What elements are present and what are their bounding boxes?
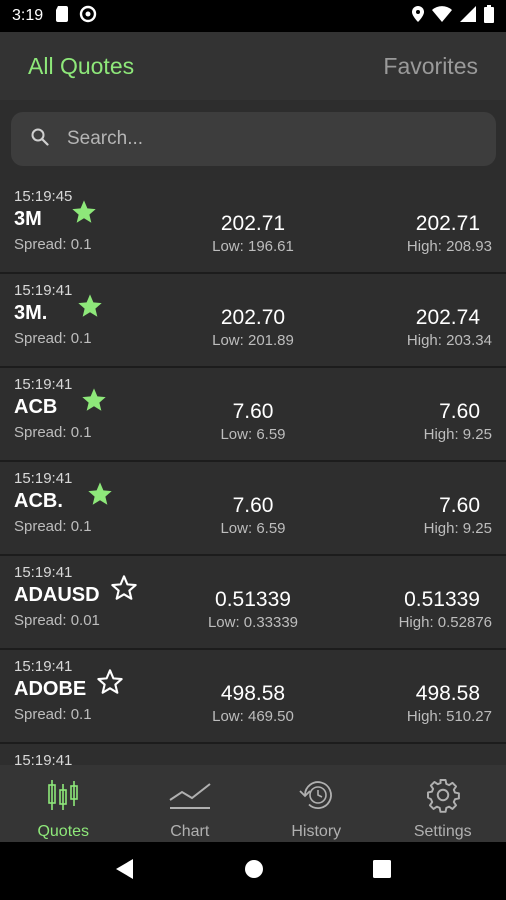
wifi-icon xyxy=(432,5,452,27)
nav-quotes[interactable]: Quotes xyxy=(0,765,127,842)
high-price: High: 510.27 xyxy=(406,708,492,725)
battery-icon xyxy=(484,4,494,28)
nav-history[interactable]: History xyxy=(253,765,380,842)
quote-time: 15:19:41 xyxy=(14,658,73,675)
system-nav-bar xyxy=(0,842,506,900)
quote-spread: Spread: 0.1 xyxy=(14,518,92,535)
quote-row[interactable]: 15:19:41 ACB Spread: 0.1 7.60 Low: 6.59 … xyxy=(0,368,506,462)
bid-price: 0.51339 xyxy=(215,588,291,611)
quote-row[interactable]: 15:19:41 ACB. Spread: 0.1 7.60 Low: 6.59… xyxy=(0,462,506,556)
sd-card-icon xyxy=(55,5,69,27)
nav-chart-label: Chart xyxy=(170,823,210,840)
back-icon[interactable] xyxy=(115,858,135,885)
bid-price: 498.58 xyxy=(220,682,286,705)
line-chart-icon xyxy=(167,775,213,815)
quote-symbol: 3M. xyxy=(14,302,48,324)
quote-spread: Spread: 0.1 xyxy=(14,706,92,723)
quote-symbol: 3M xyxy=(14,208,42,230)
home-icon[interactable] xyxy=(244,859,264,884)
bid-price: 7.60 xyxy=(232,494,274,517)
quote-tabs: All Quotes Favorites xyxy=(0,32,506,100)
high-price: High: 9.25 xyxy=(423,520,492,537)
status-bar: 3:19 xyxy=(0,0,506,32)
low-price: Low: 6.59 xyxy=(220,426,286,443)
bid-price: 202.70 xyxy=(220,306,286,329)
quote-symbol: ADAUSD xyxy=(14,584,100,606)
search-icon xyxy=(31,128,49,151)
ask-price: 498.58 xyxy=(415,682,480,705)
quote-time: 15:19:41 xyxy=(14,282,73,299)
ask-price: 7.60 xyxy=(439,494,480,517)
tab-favorites[interactable]: Favorites xyxy=(383,53,478,80)
favorite-star-icon[interactable] xyxy=(80,386,108,414)
quote-time: 15:19:41 xyxy=(14,470,73,487)
favorite-star-outline-icon[interactable] xyxy=(110,574,138,602)
quotes-list: 15:19:45 3M Spread: 0.1 202.71 Low: 196.… xyxy=(0,180,506,765)
tab-all-quotes[interactable]: All Quotes xyxy=(28,53,134,80)
search-area xyxy=(0,100,506,180)
search-input[interactable] xyxy=(67,128,447,150)
low-price: Low: 196.61 xyxy=(212,238,294,255)
gear-icon xyxy=(420,775,466,815)
low-price: Low: 469.50 xyxy=(212,708,294,725)
quote-symbol: ADOBE xyxy=(14,678,87,700)
bid-price: 7.60 xyxy=(232,400,274,423)
signal-icon xyxy=(460,5,476,27)
favorite-star-icon[interactable] xyxy=(70,198,98,226)
ask-price: 0.51339 xyxy=(404,588,480,611)
high-price: High: 9.25 xyxy=(423,426,492,443)
high-price: High: 208.93 xyxy=(406,238,492,255)
quote-symbol: ACB xyxy=(14,396,58,418)
quote-row[interactable]: 15:19:45 3M Spread: 0.1 202.71 Low: 196.… xyxy=(0,180,506,274)
ask-price: 202.74 xyxy=(415,306,480,329)
nav-quotes-label: Quotes xyxy=(37,823,90,840)
history-icon xyxy=(293,775,339,815)
favorite-star-outline-icon[interactable] xyxy=(96,668,124,696)
quote-row[interactable]: 15:19:41 ADAUSD Spread: 0.01 0.51339 Low… xyxy=(0,556,506,650)
bid-price: 202.71 xyxy=(220,212,286,235)
recents-icon[interactable] xyxy=(373,859,392,883)
quote-time: 15:19:45 xyxy=(14,188,73,205)
quote-time: 15:19:41 xyxy=(14,564,73,581)
low-price: Low: 0.33339 xyxy=(207,614,299,631)
low-price: Low: 201.89 xyxy=(212,332,294,349)
data-saver-icon xyxy=(79,5,97,28)
quote-time: 15:19:41 xyxy=(14,752,73,765)
favorite-star-icon[interactable] xyxy=(76,292,104,320)
candlestick-icon xyxy=(40,775,86,815)
nav-history-label: History xyxy=(291,823,342,840)
high-price: High: 203.34 xyxy=(406,332,492,349)
ask-price: 202.71 xyxy=(415,212,480,235)
quote-time: 15:19:41 xyxy=(14,376,73,393)
ask-price: 7.60 xyxy=(439,400,480,423)
nav-settings-label: Settings xyxy=(413,823,472,840)
nav-chart[interactable]: Chart xyxy=(127,765,254,842)
quote-spread: Spread: 0.1 xyxy=(14,330,92,347)
status-time: 3:19 xyxy=(12,7,44,24)
quote-spread: Spread: 0.1 xyxy=(14,424,92,441)
quote-symbol: ACB. xyxy=(14,490,63,512)
favorite-star-icon[interactable] xyxy=(86,480,114,508)
low-price: Low: 6.59 xyxy=(220,520,286,537)
quote-spread: Spread: 0.1 xyxy=(14,236,92,253)
quote-row[interactable]: 15:19:41 xyxy=(0,744,506,765)
quote-row[interactable]: 15:19:41 3M. Spread: 0.1 202.70 Low: 201… xyxy=(0,274,506,368)
search-box[interactable] xyxy=(11,112,496,166)
quote-row[interactable]: 15:19:41 ADOBE Spread: 0.1 498.58 Low: 4… xyxy=(0,650,506,744)
nav-settings[interactable]: Settings xyxy=(380,765,506,842)
location-icon xyxy=(412,5,424,27)
bottom-nav: Quotes Chart History Settings xyxy=(0,765,506,842)
quote-spread: Spread: 0.01 xyxy=(14,612,100,629)
high-price: High: 0.52876 xyxy=(398,614,492,631)
